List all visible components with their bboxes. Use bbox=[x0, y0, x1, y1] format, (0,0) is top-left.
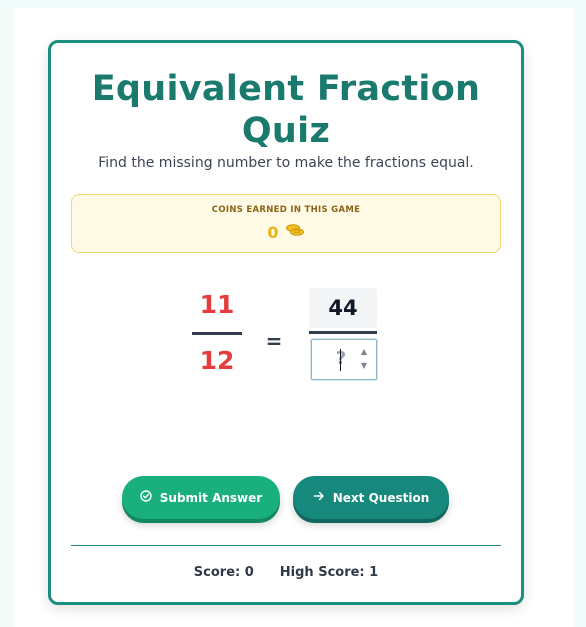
next-question-label: Next Question bbox=[332, 490, 430, 505]
next-question-button[interactable]: Next Question bbox=[293, 476, 449, 519]
target-numerator: 44 bbox=[309, 288, 377, 328]
coins-panel: COINS EARNED IN THIS GAME 0 bbox=[71, 194, 501, 253]
submit-answer-button[interactable]: Submit Answer bbox=[122, 476, 280, 519]
fraction-bar bbox=[192, 332, 242, 335]
given-numerator: 11 bbox=[199, 290, 235, 319]
divider bbox=[71, 545, 501, 546]
quiz-instructions: Find the missing number to make the frac… bbox=[98, 155, 474, 171]
score-row: Score: 0 High Score: 1 bbox=[51, 565, 521, 580]
given-denominator: 12 bbox=[199, 346, 235, 375]
spinner-up-icon[interactable]: ▲ bbox=[359, 346, 369, 358]
coins-row: 0 bbox=[72, 222, 500, 242]
page-title: Equivalent Fraction Quiz bbox=[91, 69, 481, 151]
number-spinner[interactable]: ▲ ▼ bbox=[359, 345, 369, 374]
submit-answer-label: Submit Answer bbox=[159, 490, 263, 505]
quiz-card: Equivalent Fraction Quiz Find the missin… bbox=[48, 40, 524, 605]
coins-label: COINS EARNED IN THIS GAME bbox=[211, 205, 361, 215]
equals-sign: = bbox=[265, 329, 283, 353]
check-circle-icon bbox=[140, 490, 152, 505]
coins-value: 0 bbox=[267, 222, 279, 242]
high-score-display: High Score: 1 bbox=[279, 565, 379, 580]
text-caret bbox=[340, 349, 341, 371]
coins-icon bbox=[285, 222, 305, 242]
arrow-right-icon bbox=[313, 490, 325, 505]
missing-denominator-input[interactable]: ? ▲ ▼ bbox=[311, 339, 377, 380]
spinner-down-icon[interactable]: ▼ bbox=[359, 360, 369, 372]
answer-placeholder: ? bbox=[330, 348, 352, 369]
score-display: Score: 0 bbox=[193, 565, 254, 580]
fraction-bar bbox=[309, 331, 377, 334]
